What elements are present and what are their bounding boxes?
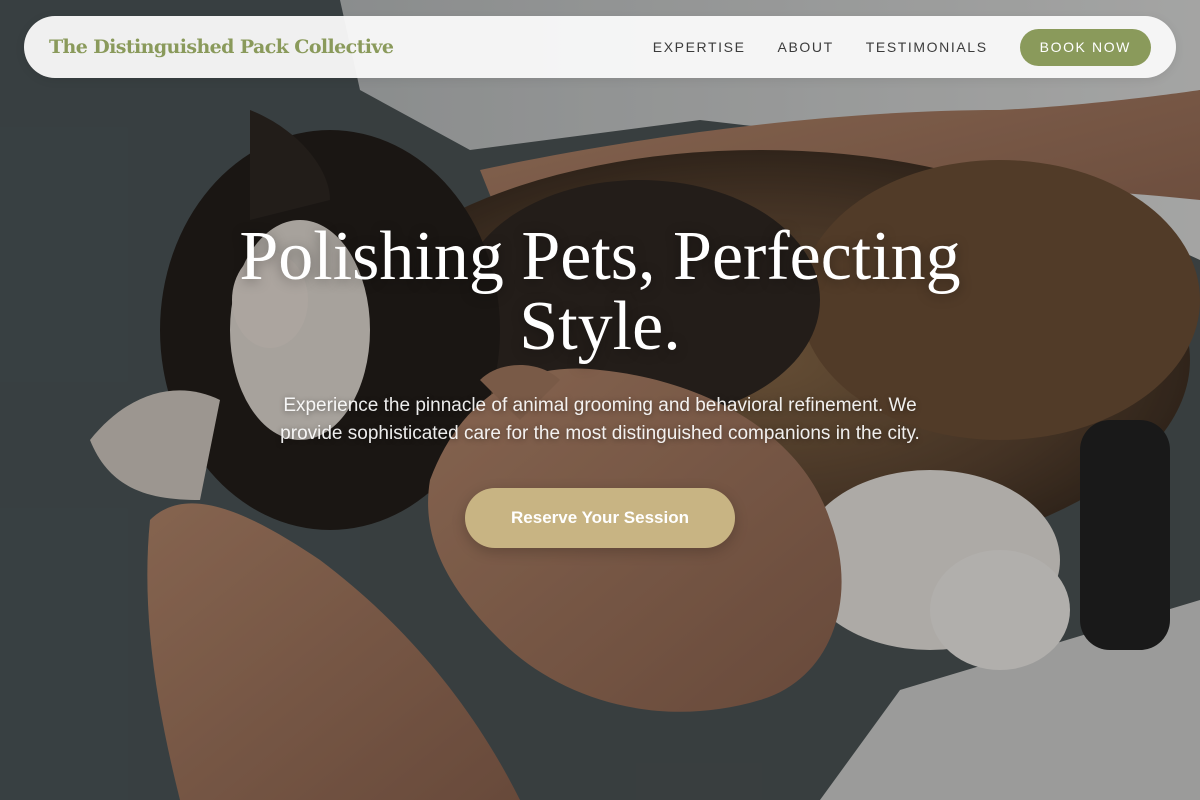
hero-headline: Polishing Pets, Perfecting Style.: [239, 218, 961, 365]
book-now-button[interactable]: BOOK NOW: [1019, 28, 1151, 66]
nav-link-about[interactable]: ABOUT: [778, 39, 834, 55]
reserve-session-button[interactable]: Reserve Your Session: [465, 488, 735, 548]
nav-links: EXPERTISE ABOUT TESTIMONIALS BOOK NOW: [653, 28, 1151, 66]
nav-link-testimonials[interactable]: TESTIMONIALS: [866, 39, 988, 55]
top-nav: The Distinguished Pack Collective EXPERT…: [24, 16, 1176, 78]
hero-content: Polishing Pets, Perfecting Style. Experi…: [0, 222, 1200, 548]
hero-subtext: Experience the pinnacle of animal groomi…: [280, 395, 920, 444]
nav-link-expertise[interactable]: EXPERTISE: [653, 39, 746, 55]
brand-logo[interactable]: The Distinguished Pack Collective: [49, 36, 394, 58]
